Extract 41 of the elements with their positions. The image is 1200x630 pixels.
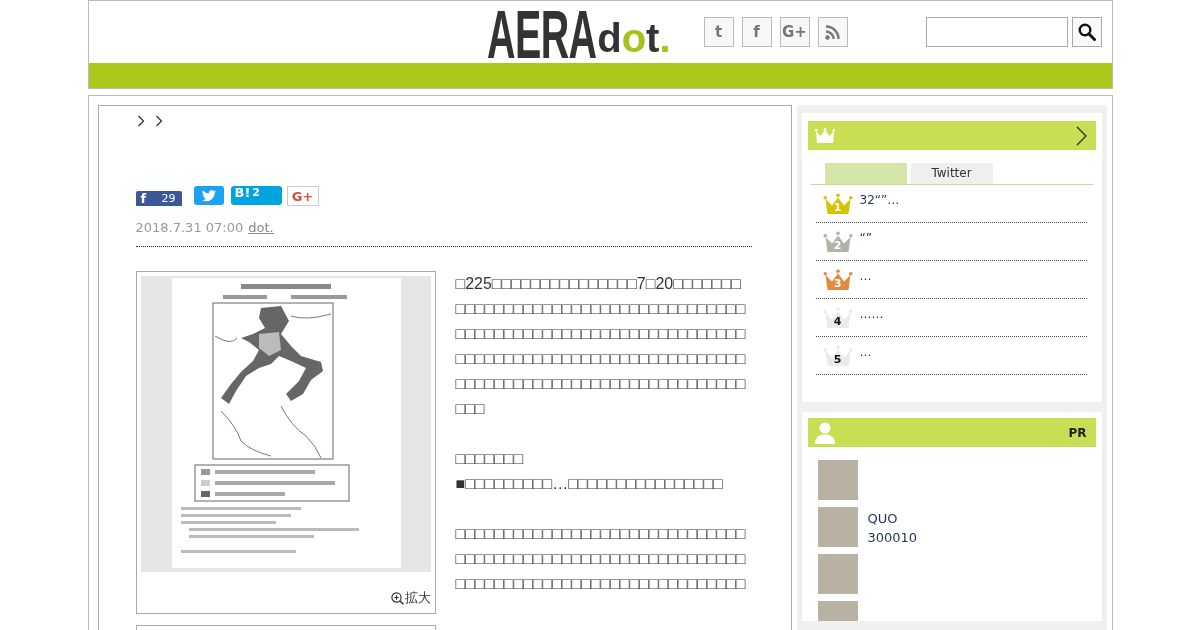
chevron-icon[interactable] [1075, 125, 1087, 146]
ranking-title[interactable]: … [859, 268, 872, 284]
person-icon [814, 421, 835, 444]
article-paragraph: □□□□□□□ ■□□□□□□□□□…□□□□□□□□□□□□□□□□ [455, 449, 724, 494]
search-button[interactable] [1071, 17, 1102, 47]
site-logo[interactable]: AERAdot. [486, 8, 671, 60]
social-link[interactable]: f [741, 17, 772, 47]
ranking-title[interactable]: “” [859, 230, 872, 246]
social-link[interactable]: G+ [779, 17, 810, 47]
pr-title[interactable]: QUO 300010 [867, 507, 918, 547]
search-field[interactable] [925, 17, 1068, 47]
zoom-link[interactable]: 拡大 [390, 590, 431, 606]
ranking-title[interactable]: 32“”… [859, 192, 900, 208]
chevron-icon [136, 115, 145, 127]
search-icon [1077, 23, 1096, 41]
rank-number: 4 [832, 316, 843, 328]
share-button[interactable] [193, 186, 224, 205]
share-button[interactable]: f 29 [135, 191, 182, 206]
source-link[interactable]: dot. [248, 220, 274, 235]
bird-icon [201, 189, 216, 202]
photo-placeholder[interactable] [817, 460, 858, 500]
ranking-tab[interactable]: Twitter [910, 163, 993, 184]
rss-link[interactable] [817, 17, 848, 47]
post-date: 2018.7.31 07:00 [135, 220, 244, 235]
chevron-icon [154, 115, 163, 127]
rank-number: 5 [832, 354, 843, 366]
pr-label: PR [1068, 426, 1087, 439]
photo-placeholder[interactable] [817, 507, 858, 547]
rank-number: 1 [832, 202, 843, 214]
rss-icon [825, 24, 840, 40]
photo-placeholder[interactable] [817, 554, 858, 594]
ranking-title[interactable]: … [859, 344, 872, 360]
social-link[interactable]: t [703, 17, 734, 47]
share-button[interactable]: G+ [286, 186, 319, 206]
rank-number: 2 [832, 240, 843, 252]
zoom-in-icon [390, 591, 404, 605]
crown-icon [814, 128, 835, 143]
article-paragraph: □□□□□□□□□□□□□□□□□□□□□□□□□□□□□□□□□□□□□□□□□□□□□□□□□□□□□□□□□□□□□□□□□□□□□□□□□□□□□□□□□□□□□□□□□□ [455, 524, 747, 594]
article-paragraph: □225□□□□□□□□□□□□□□□7□20□□□□□□□□□□□□□□□□□□□□□□□□□□□□□□□□□□□□□□□□□□□□□□□□□□□□□□□□□□□□□□□□□□□□□□□□□□□□□□□□□□□□□□□□□□□□□□□□□□□□□□□□□□□□□□□□□□□□□□□□□□□□□□□□□□ [455, 274, 747, 419]
ranking-title[interactable]: …… [859, 306, 884, 322]
rank-number: 3 [832, 278, 843, 290]
